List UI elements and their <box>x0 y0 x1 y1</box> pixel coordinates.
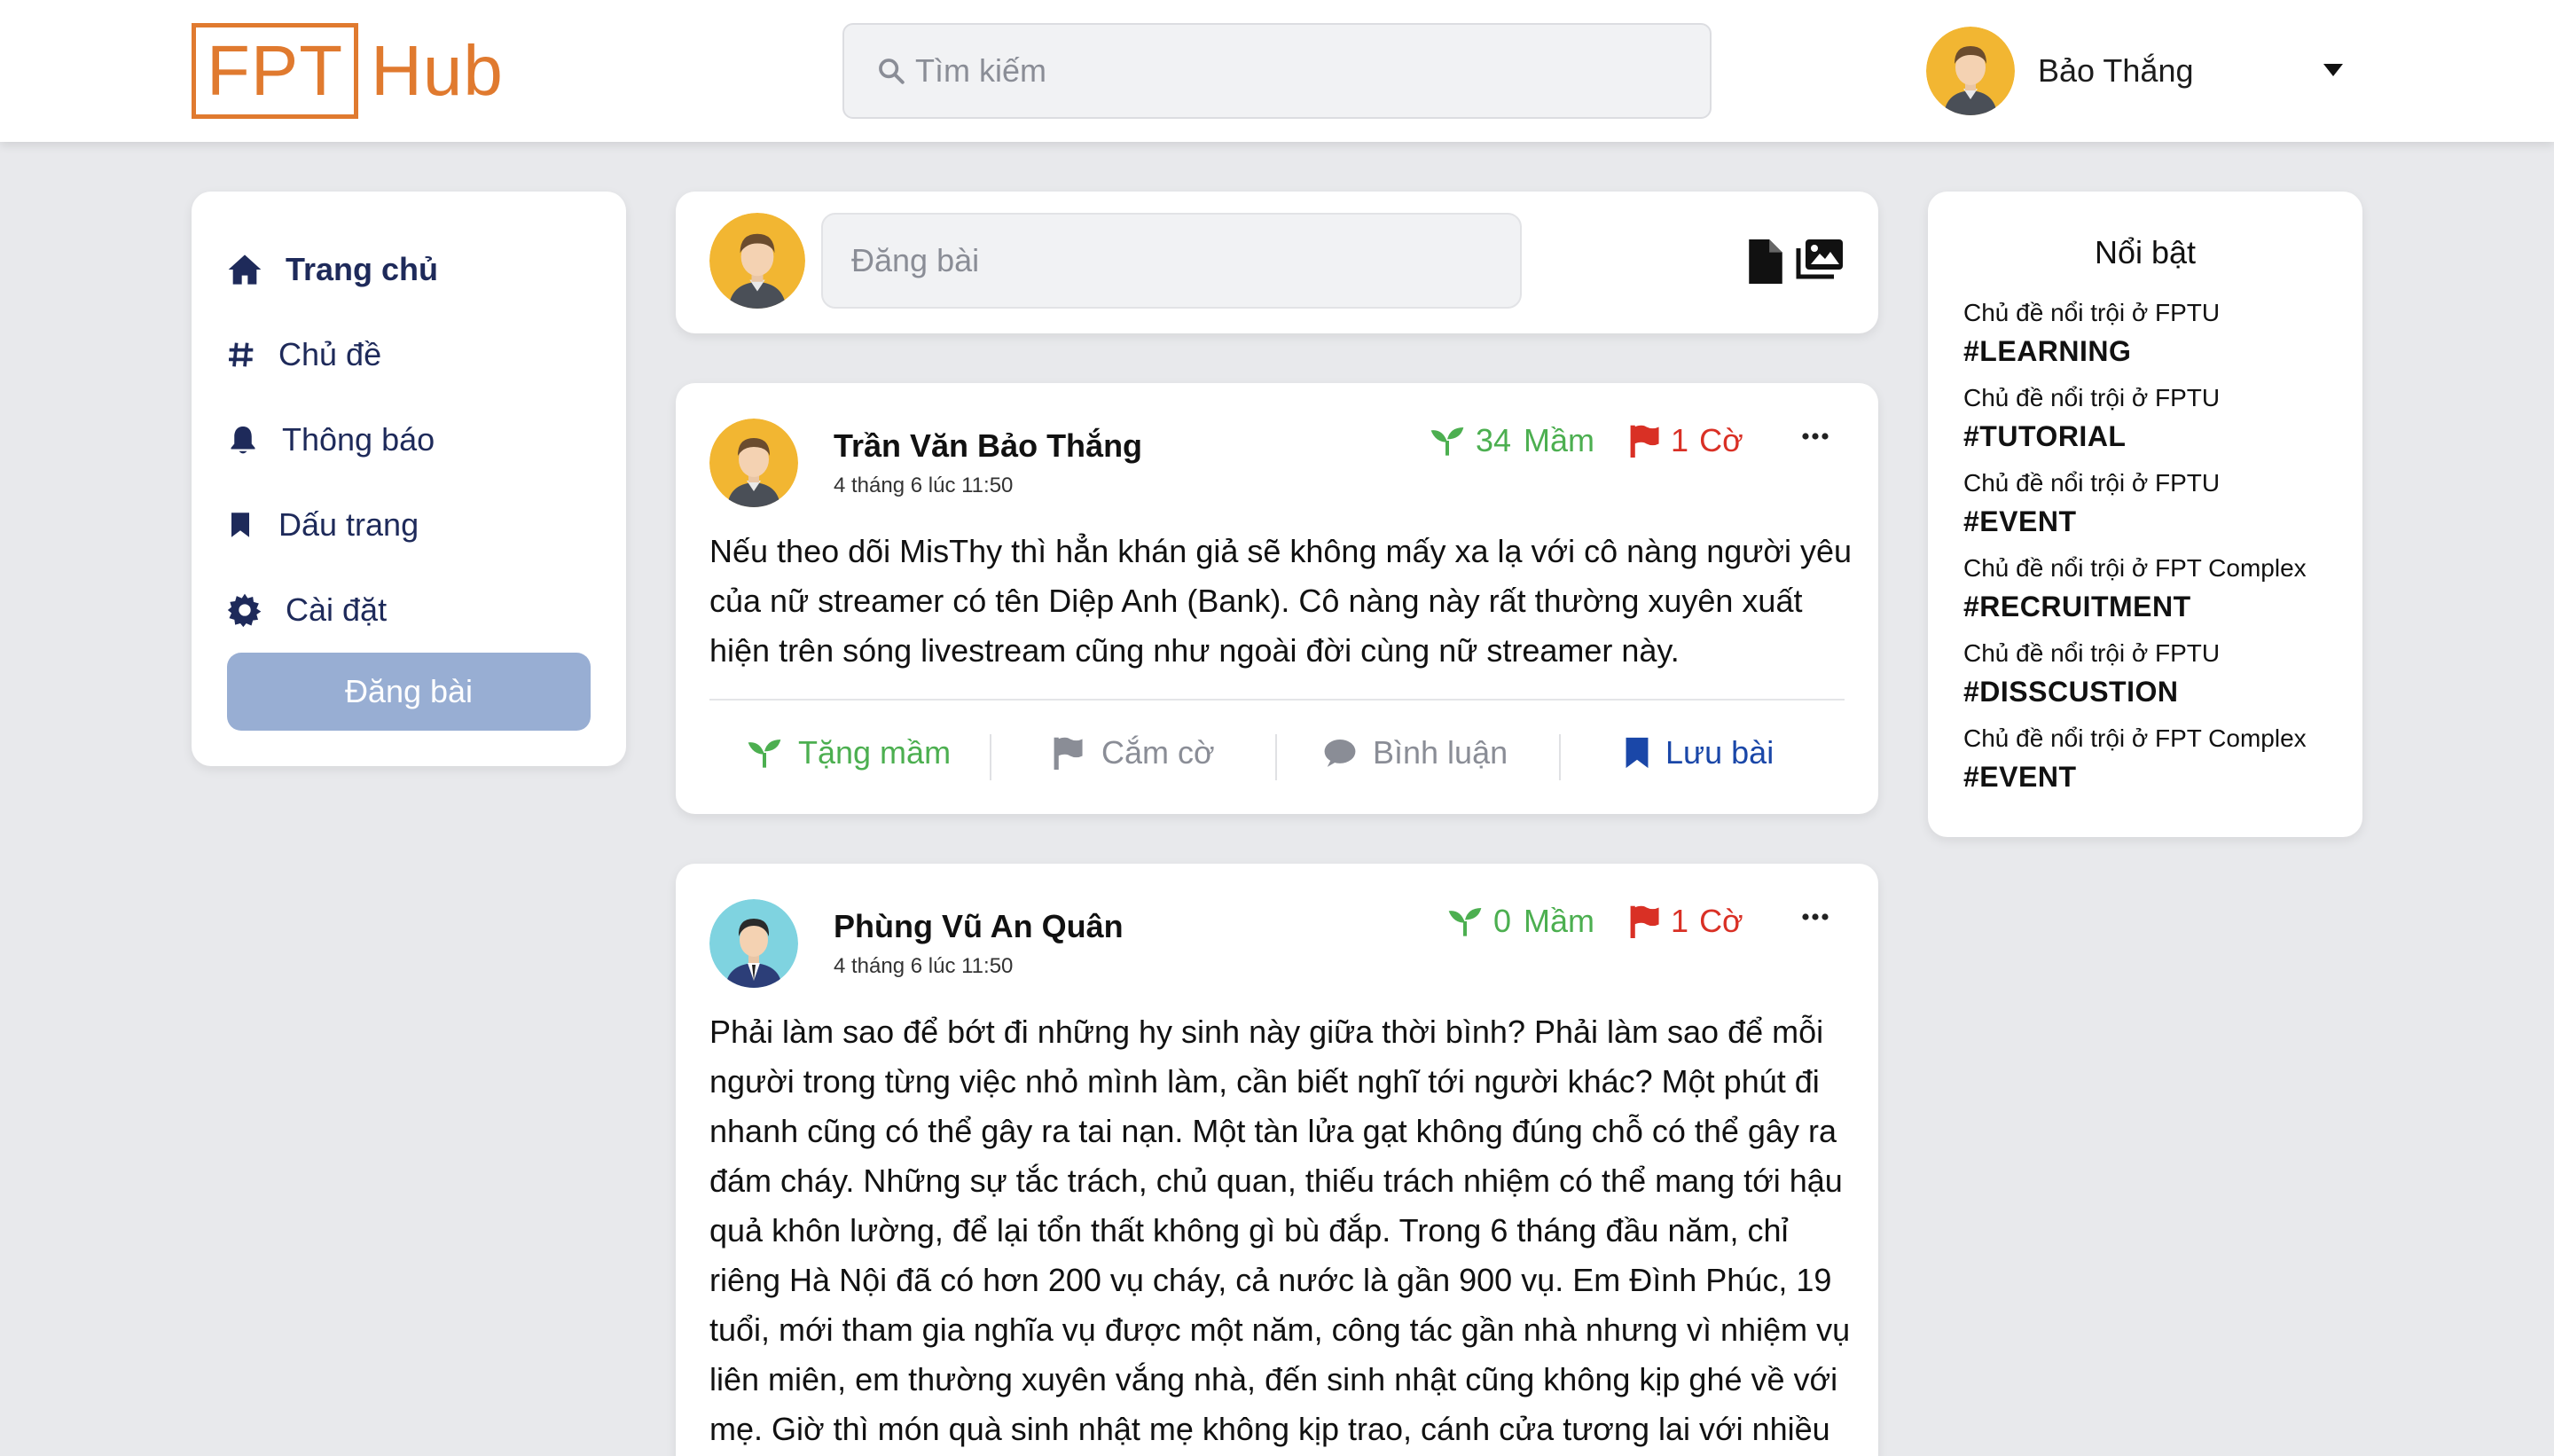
mam-count: 0 <box>1493 903 1512 939</box>
co-count: 1 <box>1671 422 1689 458</box>
flag-icon <box>1054 737 1083 770</box>
avatar <box>1926 27 2015 115</box>
avatar[interactable] <box>709 419 798 507</box>
user-name: Bảo Thắng <box>2038 52 2194 89</box>
post-author[interactable]: Trần Văn Bảo Thắng <box>834 427 1142 465</box>
avatar[interactable] <box>709 899 798 988</box>
sprout-icon <box>1430 427 1464 456</box>
top-header: FPT Hub Bảo Thắng <box>0 0 2554 142</box>
mam-count: 34 <box>1476 422 1512 458</box>
logo-box-text: FPT <box>192 23 359 119</box>
images-icon[interactable] <box>1795 238 1845 280</box>
trending-tag[interactable]: #EVENT <box>1963 755 2307 798</box>
co-label: Cờ <box>1699 422 1743 458</box>
post-content: Phải làm sao để bớt đi những hy sinh này… <box>709 1014 1851 1447</box>
trending-item[interactable]: Chủ đề nổi trội ở FPTU #EVENT <box>1963 466 2307 552</box>
trending-item[interactable]: Chủ đề nổi trội ở FPT Complex #EVENT <box>1963 722 2307 807</box>
post-composer-input[interactable]: Đăng bài <box>821 213 1522 309</box>
sprout-icon <box>1448 908 1482 936</box>
flag-icon <box>1630 905 1659 938</box>
sidebar-item-label: Trang chủ <box>286 251 439 287</box>
save-post-button[interactable]: Lưu bài <box>1625 734 1774 771</box>
fpthub-logo[interactable]: FPT Hub <box>192 23 504 119</box>
sprout-icon <box>748 740 781 768</box>
post-header: Phùng Vũ An Quân 4 tháng 6 lúc 11:50 <box>709 899 1124 988</box>
action-label: Lưu bài <box>1665 734 1774 771</box>
trending-tag[interactable]: #RECRUITMENT <box>1963 585 2307 628</box>
trending-subtitle: Chủ đề nổi trội ở FPTU <box>1963 469 2221 497</box>
home-icon <box>228 254 262 285</box>
post-card: Phùng Vũ An Quân 4 tháng 6 lúc 11:50 0 M… <box>676 864 1878 1456</box>
post-timestamp: 4 tháng 6 lúc 11:50 <box>834 474 1014 497</box>
trending-subtitle: Chủ đề nổi trội ở FPT Complex <box>1963 554 2307 582</box>
plant-flag-button[interactable]: Cắm cờ <box>1052 734 1215 771</box>
action-separator <box>990 734 991 780</box>
post-header: Trần Văn Bảo Thắng 4 tháng 6 lúc 11:50 <box>709 419 1142 507</box>
more-options-icon[interactable] <box>1802 913 1829 920</box>
post-content: Nếu theo dõi MisThy thì hẳn khán giả sẽ … <box>709 533 1853 669</box>
trending-subtitle: Chủ đề nổi trội ở FPTU <box>1963 384 2221 411</box>
search-icon <box>879 59 905 84</box>
trending-item[interactable]: Chủ đề nổi trội ở FPTU #TUTORIAL <box>1963 381 2307 466</box>
flag-icon <box>1630 425 1659 458</box>
bell-icon <box>231 427 255 454</box>
comment-button[interactable]: Bình luận <box>1323 734 1508 771</box>
action-separator <box>1559 734 1561 780</box>
mam-label: Mầm <box>1524 903 1595 939</box>
comment-icon <box>1324 739 1356 767</box>
mam-label: Mầm <box>1524 422 1595 458</box>
post-divider <box>709 699 1845 701</box>
post-card: Trần Văn Bảo Thắng 4 tháng 6 lúc 11:50 3… <box>676 383 1878 814</box>
post-stats: 34 Mầm 1 Cờ <box>1430 422 1743 459</box>
sidebar-item-notifications[interactable]: Thông báo <box>192 397 626 482</box>
trending-item[interactable]: Chủ đề nổi trội ở FPT Complex #RECRUITME… <box>1963 552 2307 637</box>
co-count: 1 <box>1671 903 1689 939</box>
sidebar-item-bookmarks[interactable]: Dấu trang <box>192 482 626 568</box>
post-timestamp: 4 tháng 6 lúc 11:50 <box>834 954 1014 978</box>
more-options-icon[interactable] <box>1802 433 1829 440</box>
trending-subtitle: Chủ đề nổi trội ở FPTU <box>1963 299 2221 326</box>
action-label: Cắm cờ <box>1101 734 1215 771</box>
create-post-button[interactable]: Đăng bài <box>227 653 591 731</box>
gear-icon <box>227 593 262 628</box>
avatar <box>709 213 805 309</box>
search-input[interactable] <box>915 52 1678 90</box>
bookmark-icon <box>231 513 249 537</box>
action-separator <box>1275 734 1277 780</box>
trending-tag[interactable]: #TUTORIAL <box>1963 415 2307 458</box>
bookmark-icon <box>1626 737 1649 769</box>
search-bar[interactable] <box>842 23 1712 119</box>
trending-panel: Nổi bật Chủ đề nổi trội ở FPTU #LEARNING… <box>1928 192 2362 837</box>
hashtag-icon <box>229 342 254 367</box>
post-stats: 0 Mầm 1 Cờ <box>1447 903 1743 940</box>
user-menu[interactable]: Bảo Thắng <box>1926 27 2193 115</box>
trending-subtitle: Chủ đề nổi trội ở FPT Complex <box>1963 724 2307 752</box>
sidebar-item-label: Chủ đề <box>278 336 382 372</box>
logo-hub-text: Hub <box>371 31 504 110</box>
trending-subtitle: Chủ đề nổi trội ở FPTU <box>1963 639 2221 667</box>
action-label: Tặng mầm <box>798 734 952 771</box>
sidebar-item-settings[interactable]: Cài đặt <box>192 568 626 653</box>
trending-title: Nổi bật <box>2094 234 2197 270</box>
chevron-down-icon[interactable] <box>2322 62 2345 78</box>
sidebar-item-home[interactable]: Trang chủ <box>192 227 626 312</box>
co-label: Cờ <box>1699 903 1743 939</box>
trending-item[interactable]: Chủ đề nổi trội ở FPTU #LEARNING <box>1963 296 2307 381</box>
sidebar-item-topics[interactable]: Chủ đề <box>192 312 626 397</box>
trending-list: Chủ đề nổi trội ở FPTU #LEARNING Chủ đề … <box>1963 296 2307 807</box>
trending-tag[interactable]: #DISSCUSTION <box>1963 670 2307 713</box>
trending-item[interactable]: Chủ đề nổi trội ở FPTU #DISSCUSTION <box>1963 637 2307 722</box>
action-label: Bình luận <box>1373 734 1508 771</box>
give-sprout-button[interactable]: Tặng mầm <box>747 734 951 771</box>
sidebar-item-label: Cài đặt <box>286 591 388 628</box>
file-icon[interactable] <box>1749 239 1782 284</box>
sidebar-nav: Trang chủ Chủ đề Thông báo Dấu trang Cài… <box>192 192 626 766</box>
post-author[interactable]: Phùng Vũ An Quân <box>834 908 1124 945</box>
post-composer: Đăng bài <box>676 192 1878 333</box>
trending-tag[interactable]: #LEARNING <box>1963 330 2307 372</box>
sidebar-item-label: Thông báo <box>282 421 435 458</box>
trending-tag[interactable]: #EVENT <box>1963 500 2307 543</box>
sidebar-item-label: Dấu trang <box>278 506 419 543</box>
